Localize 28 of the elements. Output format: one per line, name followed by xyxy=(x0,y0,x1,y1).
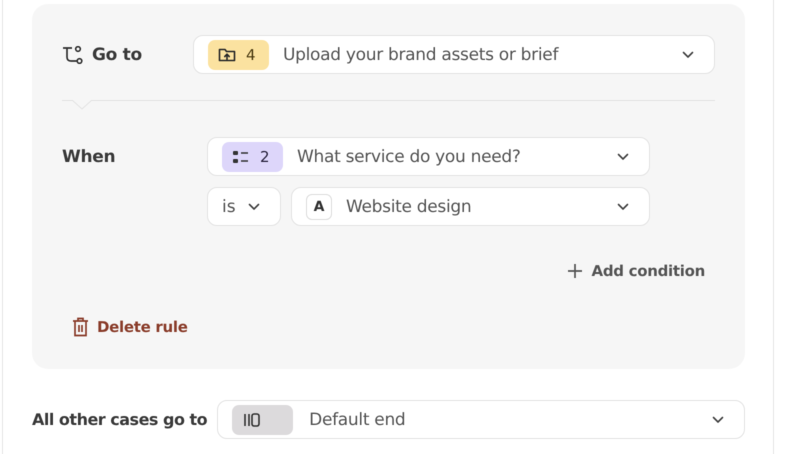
step-title: Upload your brand assets or brief xyxy=(283,44,560,64)
target-dropdown[interactable]: 2 What service do you need? xyxy=(207,137,650,176)
fallback-label: All other cases go to xyxy=(32,408,208,430)
go-to-label: Go to xyxy=(92,44,142,64)
step-number: 4 xyxy=(246,46,256,64)
target-dropdown[interactable]: Default end xyxy=(217,400,745,439)
branch-icon xyxy=(62,46,84,64)
chevron-down-icon xyxy=(617,202,629,210)
list-icon xyxy=(232,148,250,164)
folder-upload-icon xyxy=(218,46,236,62)
step-title: What service do you need? xyxy=(297,146,522,166)
option-text: Website design xyxy=(346,196,472,216)
chevron-down-icon xyxy=(712,416,724,424)
panel-end-icon xyxy=(242,412,262,428)
chevron-down-icon xyxy=(617,152,629,160)
operator-dropdown[interactable]: is xyxy=(207,187,281,226)
plus-icon xyxy=(566,263,583,279)
target-dropdown[interactable]: 4 Upload your brand assets or brief xyxy=(193,35,715,74)
when-label: When xyxy=(62,146,116,166)
chevron-down-icon xyxy=(248,202,260,210)
step-title: Default end xyxy=(309,410,406,430)
value-dropdown[interactable]: A Website design xyxy=(291,187,650,226)
add-condition-button[interactable]: Add condition xyxy=(566,260,705,282)
chevron-down-icon xyxy=(682,50,694,58)
step-number: 2 xyxy=(260,148,270,166)
option-key: A xyxy=(306,194,332,220)
delete-rule-button[interactable]: Delete rule xyxy=(72,315,188,339)
trash-icon xyxy=(72,317,89,337)
